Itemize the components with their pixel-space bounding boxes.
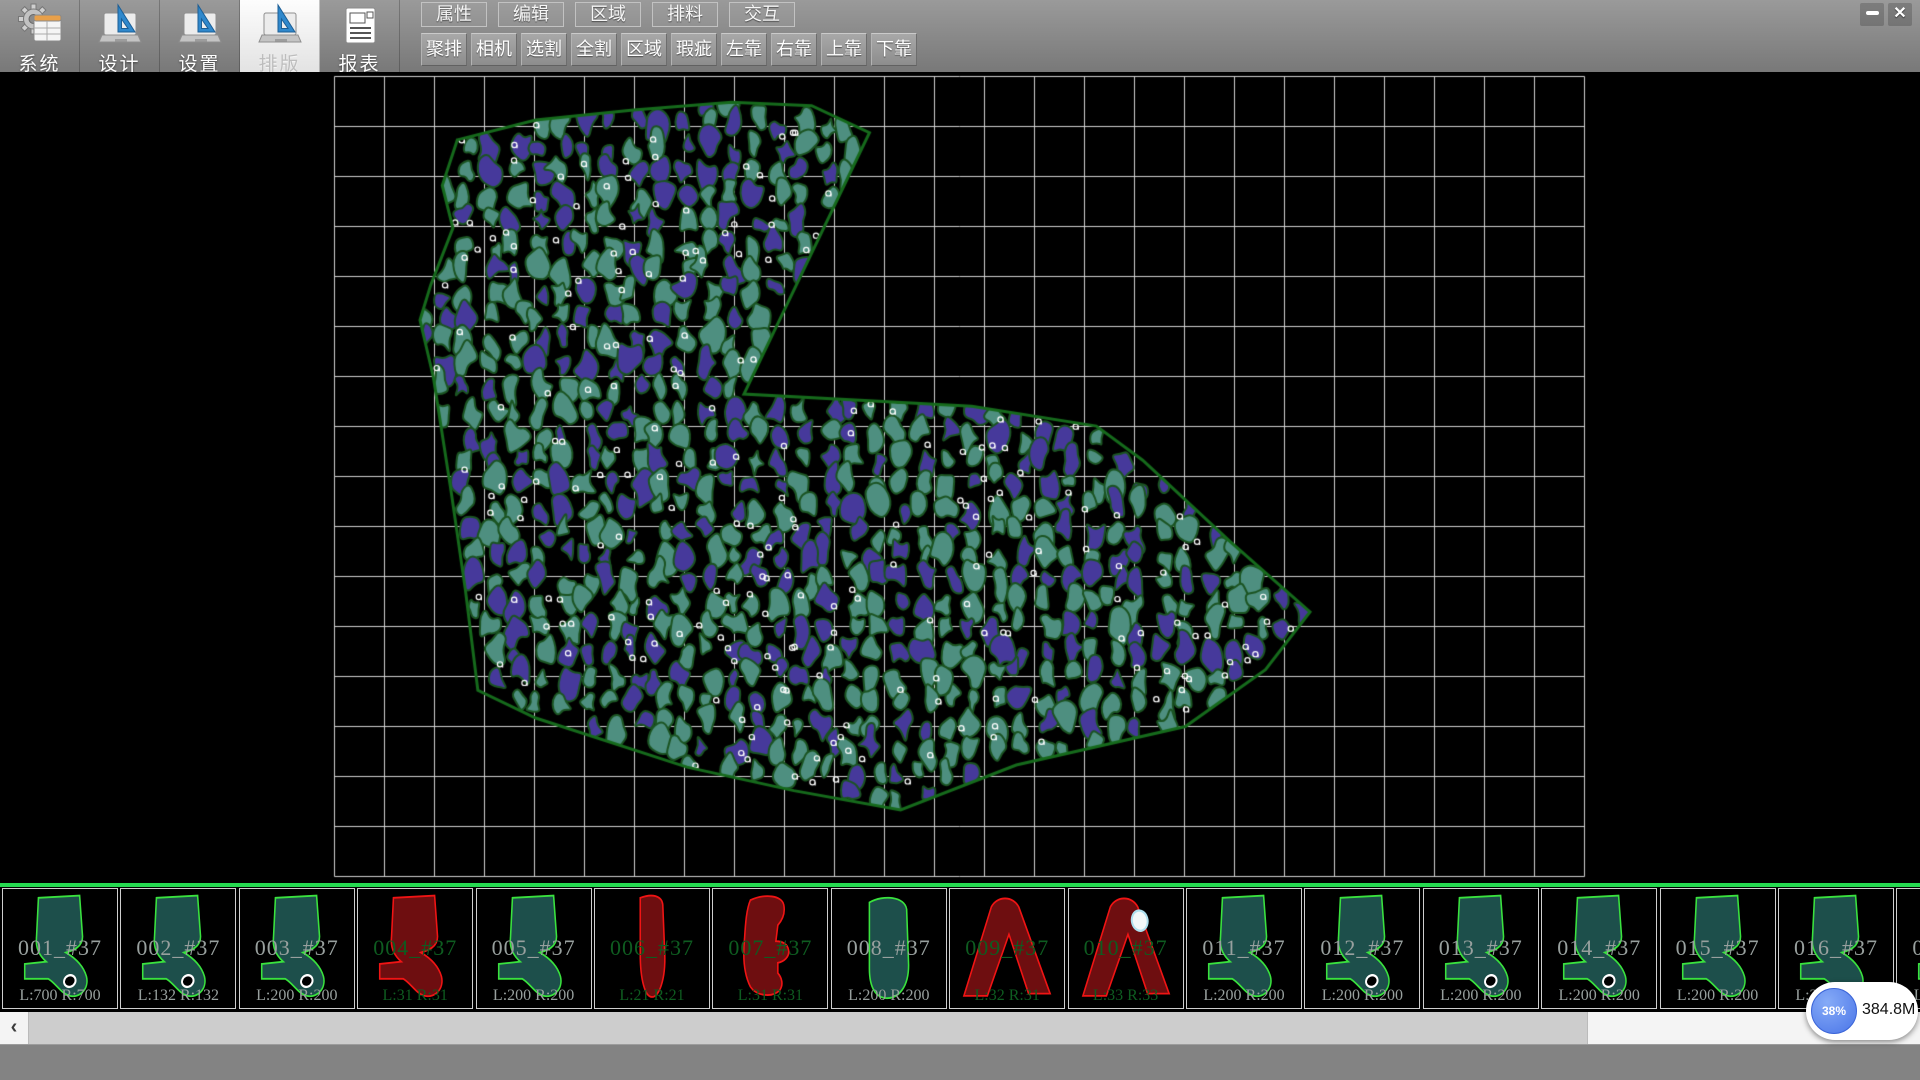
piece-thumbnail-strip: 001_#37L:700 R:700002_#37L:132 R:132003_…	[0, 883, 1920, 1010]
tool-button-snap-left[interactable]: 左靠	[721, 33, 767, 66]
piece-thumbnail-014_#37[interactable]: 014_#37 L:200 R:200	[1541, 888, 1657, 1009]
piece-lr-count: L:200 R:200	[1187, 987, 1301, 1005]
horizontal-scrollbar[interactable]: ‹ ›	[0, 1012, 1920, 1044]
menu-tab-edit[interactable]: 编辑	[498, 2, 564, 27]
piece-id-label: 007_#37	[713, 935, 827, 961]
piece-lr-count: L:31 R:31	[713, 987, 827, 1005]
piece-id-label: 004_#37	[358, 935, 472, 961]
piece-thumbnail-009_#37[interactable]: 009_#37 L:32 R:31	[949, 888, 1065, 1009]
piece-id-label: 008_#37	[832, 935, 946, 961]
scrollbar-thumb[interactable]	[28, 1012, 1588, 1044]
piece-id-label: 006_#37	[595, 935, 709, 961]
top-toolbar: 系统设计设置排版报表 属性编辑区域排料交互 聚排相机选割全割区域瑕疵左靠右靠上靠…	[0, 0, 1920, 74]
status-bar	[0, 1044, 1920, 1080]
tool-button-snap-top[interactable]: 上靠	[821, 33, 867, 66]
piece-id-label: 010_#37	[1069, 935, 1183, 961]
close-button[interactable]: ✕	[1888, 3, 1912, 26]
main-button-system[interactable]: 系统	[0, 0, 80, 74]
piece-lr-count: L:132 R:132	[121, 987, 235, 1005]
piece-lr-count: L:32 R:31	[950, 987, 1064, 1005]
piece-id-label: 005_#37	[477, 935, 591, 961]
piece-thumbnail-006_#37[interactable]: 006_#37 L:21 R:21	[594, 888, 710, 1009]
piece-lr-count: L:31 R:31	[358, 987, 472, 1005]
piece-id-label: 012_#37	[1305, 935, 1419, 961]
application-window: 系统设计设置排版报表 属性编辑区域排料交互 聚排相机选割全割区域瑕疵左靠右靠上靠…	[0, 0, 1920, 1080]
tool-button-region[interactable]: 区域	[621, 33, 667, 66]
main-button-nesting[interactable]: 排版	[240, 0, 320, 74]
report-icon	[337, 3, 383, 49]
piece-id-label: 003_#37	[240, 935, 354, 961]
design-icon	[257, 3, 303, 49]
piece-lr-count: L:200 R:200	[1661, 987, 1775, 1005]
tool-button-cut-all[interactable]: 全割	[571, 33, 617, 66]
piece-lr-count: L:200 R:200	[1542, 987, 1656, 1005]
tool-button-flaw[interactable]: 瑕疵	[671, 33, 717, 66]
piece-id-label: 014_#37	[1542, 935, 1656, 961]
piece-thumbnail-008_#37[interactable]: 008_#37 L:200 R:200	[831, 888, 947, 1009]
main-button-report[interactable]: 报表	[320, 0, 400, 74]
tool-button-camera[interactable]: 相机	[471, 33, 517, 66]
design-icon	[177, 3, 223, 49]
menu-tab-region[interactable]: 区域	[575, 2, 641, 27]
piece-thumbnail-002_#37[interactable]: 002_#37 L:132 R:132	[120, 888, 236, 1009]
piece-thumbnail-013_#37[interactable]: 013_#37 L:200 R:200	[1423, 888, 1539, 1009]
piece-thumbnail-003_#37[interactable]: 003_#37 L:200 R:200	[239, 888, 355, 1009]
nesting-canvas[interactable]	[0, 72, 1920, 883]
memory-size-label: 384.8M	[1862, 1001, 1915, 1019]
piece-thumbnail-004_#37[interactable]: 004_#37 L:31 R:31	[357, 888, 473, 1009]
piece-id-label: 016_#37	[1779, 935, 1893, 961]
menu-tab-properties[interactable]: 属性	[421, 2, 487, 27]
piece-thumbnail-012_#37[interactable]: 012_#37 L:200 R:200	[1304, 888, 1420, 1009]
minimize-button[interactable]	[1860, 3, 1884, 26]
scroll-left-arrow[interactable]: ‹	[0, 1012, 28, 1044]
piece-id-label: 001_#37	[3, 935, 117, 961]
piece-thumbnail-010_#37[interactable]: 010_#37 L:33 R:33	[1068, 888, 1184, 1009]
piece-lr-count: L:200 R:200	[1424, 987, 1538, 1005]
piece-id-label: 013_#37	[1424, 935, 1538, 961]
piece-id-label: 002_#37	[121, 935, 235, 961]
progress-badge: 38% 384.8M	[1806, 982, 1918, 1040]
piece-lr-count: L:200 R:200	[1305, 987, 1419, 1005]
menu-tab-nest[interactable]: 排料	[652, 2, 718, 27]
piece-thumbnail-007_#37[interactable]: 007_#37 L:31 R:31	[712, 888, 828, 1009]
tool-button-snap-bottom[interactable]: 下靠	[871, 33, 917, 66]
piece-thumbnail-005_#37[interactable]: 005_#37 L:200 R:200	[476, 888, 592, 1009]
close-icon: ✕	[1893, 5, 1906, 22]
piece-id-label: 017_#37	[1897, 935, 1920, 961]
tool-button-cluster-nest[interactable]: 聚排	[421, 33, 467, 66]
design-icon	[97, 3, 143, 49]
piece-lr-count: L:200 R:200	[477, 987, 591, 1005]
main-button-design[interactable]: 设计	[80, 0, 160, 74]
menu-tab-interact[interactable]: 交互	[729, 2, 795, 27]
piece-lr-count: L:200 R:200	[240, 987, 354, 1005]
piece-lr-count: L:700 R:700	[3, 987, 117, 1005]
piece-thumbnail-001_#37[interactable]: 001_#37 L:700 R:700	[2, 888, 118, 1009]
system-icon	[17, 3, 63, 49]
minimize-icon	[1866, 11, 1879, 15]
tool-button-row: 聚排相机选割全割区域瑕疵左靠右靠上靠下靠	[421, 33, 921, 67]
piece-lr-count: L:33 R:33	[1069, 987, 1183, 1005]
piece-id-label: 009_#37	[950, 935, 1064, 961]
piece-thumbnail-011_#37[interactable]: 011_#37 L:200 R:200	[1186, 888, 1302, 1009]
piece-id-label: 015_#37	[1661, 935, 1775, 961]
strip-separator-line	[0, 883, 1920, 887]
progress-percent-badge: 38%	[1811, 988, 1857, 1034]
piece-lr-count: L:200 R:200	[832, 987, 946, 1005]
piece-id-label: 011_#37	[1187, 935, 1301, 961]
main-button-settings[interactable]: 设置	[160, 0, 240, 74]
menu-tab-row: 属性编辑区域排料交互	[421, 2, 806, 28]
window-controls: ✕	[1860, 3, 1912, 26]
piece-thumbnail-015_#37[interactable]: 015_#37 L:200 R:200	[1660, 888, 1776, 1009]
tool-button-snap-right[interactable]: 右靠	[771, 33, 817, 66]
tool-button-select-cut[interactable]: 选割	[521, 33, 567, 66]
piece-lr-count: L:21 R:21	[595, 987, 709, 1005]
